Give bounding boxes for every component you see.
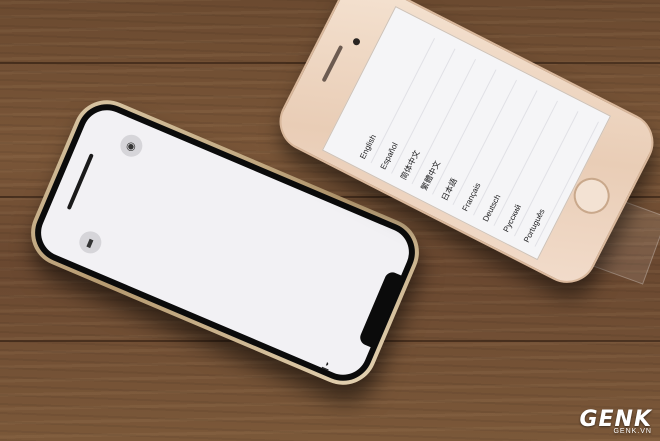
genk-watermark: GENK GENK.VN — [579, 407, 652, 435]
front-camera — [351, 37, 362, 47]
flashlight-icon[interactable]: ▮ — [75, 227, 105, 257]
camera-icon[interactable]: ◉ — [116, 131, 146, 161]
home-indicator[interactable] — [66, 152, 95, 210]
wooden-table-background: ◉ ▮ ▂▄▆ ◒ EnglishEspañol简体中文繁體中文日本語Franç… — [0, 0, 660, 441]
earpiece-speaker — [321, 44, 344, 83]
